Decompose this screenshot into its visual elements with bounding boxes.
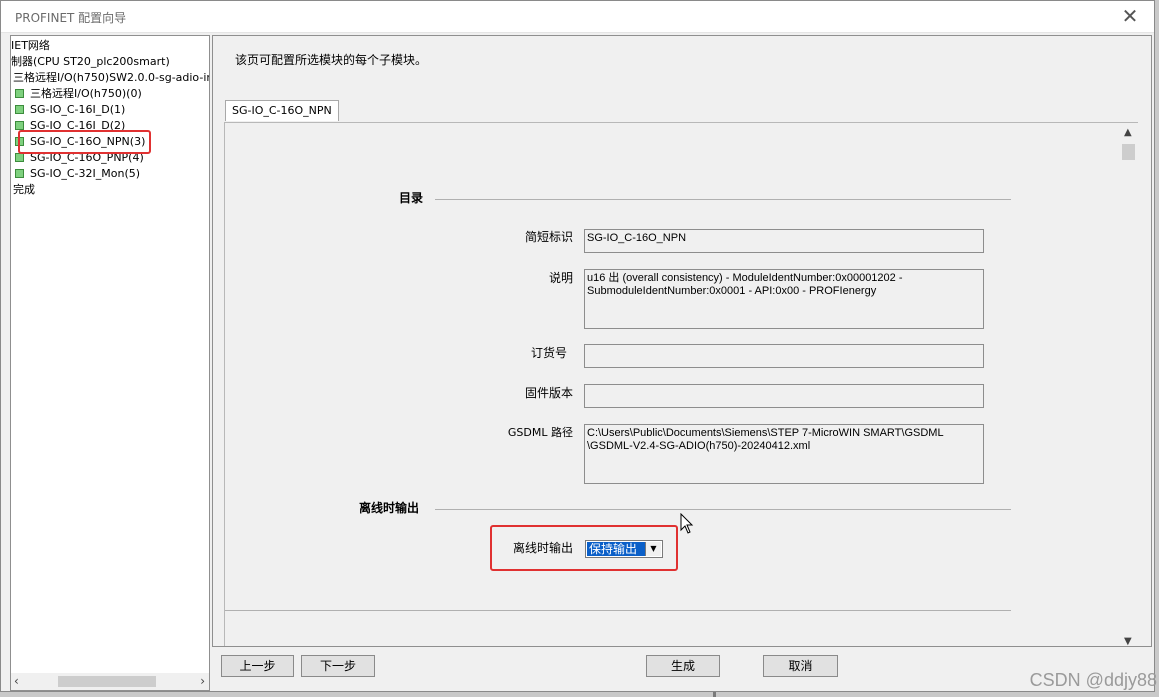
scroll-left-icon[interactable]: ‹ [14, 674, 19, 688]
wizard-tree: IET网络 制器(CPU ST20_plc200smart) 三格远程I/O(h… [10, 35, 210, 691]
scroll-thumb[interactable] [1122, 144, 1135, 160]
scroll-right-icon[interactable]: › [200, 674, 205, 688]
tree-item-label: 完成 [13, 183, 35, 196]
module-icon [15, 89, 24, 98]
catalog-section-title: 目录 [399, 191, 424, 205]
tree-item-device[interactable]: 三格远程I/O(h750)SW2.0.0-sg-adio-int [13, 70, 210, 85]
tree-item-label: SG-IO_C-16I_D(1) [30, 103, 126, 116]
profinet-wizard-window: PROFINET 配置向导 ✕ IET网络 制器(CPU ST20_plc200… [0, 0, 1155, 692]
tree-item-network[interactable]: IET网络 [11, 38, 50, 53]
scroll-thumb[interactable] [58, 676, 156, 687]
next-button[interactable]: 下一步 [301, 655, 375, 677]
gsdml-path-label: GSDML 路径 [507, 426, 573, 439]
tree-item-label: 制器(CPU ST20_plc200smart) [11, 55, 170, 68]
firmware-label: 固件版本 [524, 386, 573, 400]
generate-button[interactable]: 生成 [646, 655, 720, 677]
scroll-up-icon[interactable]: ▲ [1124, 127, 1132, 138]
scroll-down-icon[interactable]: ▼ [1124, 636, 1132, 647]
description-field: u16 出 (overall consistency) - ModuleIden… [584, 269, 984, 329]
short-id-label: 简短标识 [524, 230, 573, 244]
horizontal-scrollbar[interactable]: ‹ › [11, 673, 209, 690]
mouse-cursor-icon [680, 513, 694, 534]
prev-button[interactable]: 上一步 [221, 655, 294, 677]
catalog-divider [435, 199, 1011, 200]
vertical-scrollbar[interactable]: ▲ ▼ [1120, 127, 1137, 647]
module-icon [15, 105, 24, 114]
window-title: PROFINET 配置向导 [15, 11, 127, 25]
tree-item-label: SG-IO_C-32I_Mon(5) [30, 167, 141, 180]
description-label: 说明 [548, 271, 573, 285]
short-id-field: SG-IO_C-16O_NPN [584, 229, 984, 253]
tree-item-module-5[interactable]: SG-IO_C-32I_Mon(5) [15, 166, 140, 181]
config-pane: 该页可配置所选模块的每个子模块。 SG-IO_C-16O_NPN 目录 简短标识… [212, 35, 1152, 647]
tree-item-label: 三格远程I/O(h750)SW2.0.0-sg-adio-int [13, 71, 210, 84]
order-number-field [584, 344, 984, 368]
tree-item-module-1[interactable]: SG-IO_C-16I_D(1) [15, 102, 125, 117]
tree-item-module-0[interactable]: 三格远程I/O(h750)(0) [15, 86, 142, 101]
page-intro: 该页可配置所选模块的每个子模块。 [235, 53, 428, 67]
cancel-button[interactable]: 取消 [763, 655, 838, 677]
gsdml-path-field: C:\Users\Public\Documents\Siemens\STEP 7… [584, 424, 984, 484]
module-icon [15, 169, 24, 178]
offline-divider [435, 509, 1011, 510]
watermark: CSDN @ddjy88 [1029, 670, 1157, 690]
select-highlight-annotation [490, 525, 678, 571]
tree-item-finish[interactable]: 完成 [13, 182, 35, 197]
tree-item-controller[interactable]: 制器(CPU ST20_plc200smart) [11, 54, 170, 69]
tab-content: 目录 简短标识 SG-IO_C-16O_NPN 说明 u16 出 (overal… [224, 122, 1138, 646]
firmware-field [584, 384, 984, 408]
bottom-divider [225, 610, 1011, 611]
tree-item-label: 三格远程I/O(h750)(0) [30, 87, 142, 100]
order-number-label: 订货号 [530, 346, 567, 360]
tree-highlight-annotation [18, 130, 151, 154]
module-icon [15, 153, 24, 162]
close-icon[interactable]: ✕ [1110, 1, 1150, 31]
tree-item-label: IET网络 [11, 39, 50, 52]
title-bar: PROFINET 配置向导 ✕ [1, 1, 1154, 33]
offline-section-title: 离线时输出 [359, 501, 420, 515]
tab-submodule[interactable]: SG-IO_C-16O_NPN [225, 100, 339, 121]
module-icon [15, 121, 24, 130]
